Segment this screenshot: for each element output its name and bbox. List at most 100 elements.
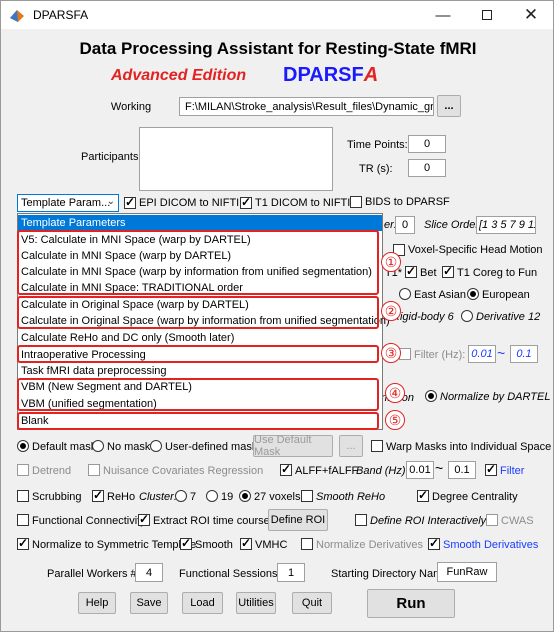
cwas-checkbox[interactable] <box>486 514 498 526</box>
dropdown-item[interactable]: Calculate ReHo and DC only (Smooth later… <box>18 330 382 346</box>
participants-label: Participants <box>81 151 139 163</box>
bet-label: Bet <box>420 267 437 279</box>
european-label: European <box>482 289 530 301</box>
starting-dir-label: Starting Directory Name: <box>331 568 452 580</box>
help-button[interactable]: Help <box>78 592 116 614</box>
normalize-dartel-radio[interactable] <box>425 390 437 402</box>
filter-alff-checkbox[interactable] <box>485 462 497 476</box>
filter-alff-label: Filter <box>500 465 525 477</box>
parallel-workers-label: Parallel Workers #: <box>47 568 140 580</box>
annotation-number-3: ③ <box>381 343 401 363</box>
brand-label: DPARSFA <box>283 64 378 87</box>
slice-order-label: Slice Order: <box>424 219 483 231</box>
no-mask-radio[interactable] <box>92 440 104 452</box>
define-roi-interactive-checkbox[interactable] <box>355 514 367 526</box>
normalize-dartel-label: Normalize by DARTEL <box>440 391 551 403</box>
epi-dicom-checkbox[interactable] <box>124 195 136 209</box>
working-dir-browse-button[interactable]: ... <box>437 95 461 117</box>
run-button[interactable]: Run <box>367 589 455 618</box>
degree-centrality-checkbox[interactable] <box>417 488 429 502</box>
cluster-19-label: 19 <box>221 491 234 503</box>
maximize-icon <box>482 10 492 20</box>
derivative12-radio[interactable] <box>461 310 473 322</box>
alff-checkbox[interactable] <box>280 462 292 476</box>
annotation-number-5: ⑤ <box>385 410 405 430</box>
app-title: Data Processing Assistant for Resting-St… <box>79 39 477 58</box>
cluster-27-radio[interactable] <box>239 490 251 502</box>
detrend-checkbox[interactable] <box>17 464 29 476</box>
cluster-27-label: 27 voxels <box>254 491 301 503</box>
functional-sessions-label: Functional Sessions #: <box>179 568 290 580</box>
save-button[interactable]: Save <box>130 592 168 614</box>
define-roi-button[interactable]: Define ROI <box>268 509 328 531</box>
band-low-input[interactable]: 0.01 <box>406 461 434 479</box>
extract-roi-label: Extract ROI time courses <box>153 515 276 527</box>
matlab-icon <box>10 10 24 22</box>
mask-browse-button[interactable]: ... <box>339 435 363 457</box>
cluster-7-radio[interactable] <box>175 490 187 502</box>
cwas-label: CWAS <box>501 515 534 527</box>
bet-checkbox[interactable] <box>405 264 417 278</box>
vmhc-checkbox[interactable] <box>240 536 252 550</box>
filter-high-input[interactable]: 0.1 <box>510 345 538 363</box>
functional-sessions-input[interactable]: 1 <box>277 563 305 582</box>
maximize-button[interactable] <box>465 1 509 29</box>
slice-order-input[interactable]: [1 3 5 7 9 11 <box>476 216 536 234</box>
user-mask-label: User-defined mask <box>165 441 258 453</box>
working-dir-label: Working Directory: <box>107 101 154 115</box>
extract-roi-checkbox[interactable] <box>138 512 150 526</box>
utilities-button[interactable]: Utilities <box>236 592 276 614</box>
tr-label: TR (s): <box>359 163 393 175</box>
annotation-box-2 <box>17 296 379 329</box>
east-asian-radio[interactable] <box>399 288 411 300</box>
rigid-body-label: Rigid-body 6 <box>392 311 454 323</box>
reho-checkbox[interactable] <box>92 488 104 502</box>
nuisance-checkbox[interactable] <box>88 464 100 476</box>
smooth-checkbox[interactable] <box>180 536 192 550</box>
smooth-reho-checkbox[interactable] <box>301 490 313 502</box>
t1-dicom-label: T1 DICOM to NIFTI <box>255 197 351 209</box>
default-mask-radio[interactable] <box>17 440 29 452</box>
participants-list[interactable] <box>139 127 333 191</box>
load-button[interactable]: Load <box>182 592 223 614</box>
starting-dir-input[interactable]: FunRaw <box>437 562 497 582</box>
user-mask-radio[interactable] <box>150 440 162 452</box>
normalize-derivatives-checkbox[interactable] <box>301 538 313 550</box>
parallel-workers-input[interactable]: 4 <box>135 563 163 582</box>
time-points-input[interactable]: 0 <box>408 135 446 153</box>
use-default-mask-button[interactable]: Use Default Mask <box>253 434 333 458</box>
filter-low-input[interactable]: 0.01 <box>468 345 496 363</box>
no-mask-label: No mask <box>107 441 151 453</box>
tr-input[interactable]: 0 <box>408 159 446 177</box>
working-dir-input[interactable]: F:\MILAN\Stroke_analysis\Result_files\Dy… <box>179 97 434 116</box>
t1-dicom-checkbox[interactable] <box>240 195 252 209</box>
cluster-7-label: 7 <box>190 491 197 503</box>
title-bar: DPARSFA — ✕ <box>1 1 553 29</box>
scrubbing-checkbox[interactable] <box>17 490 29 502</box>
quit-button[interactable]: Quit <box>292 592 332 614</box>
dropdown-item[interactable]: Task fMRI data preprocessing <box>18 363 382 379</box>
warp-masks-checkbox[interactable] <box>371 440 383 452</box>
dropdown-item[interactable]: Template Parameters <box>18 215 382 231</box>
scrubbing-label: Scrubbing <box>32 491 82 503</box>
slices-input[interactable]: 0 <box>395 216 415 234</box>
vmhc-label: VMHC <box>255 539 288 551</box>
european-radio[interactable] <box>467 288 479 300</box>
fc-checkbox[interactable] <box>17 514 29 526</box>
close-button[interactable]: ✕ <box>509 1 553 29</box>
degree-centrality-label: Degree Centrality <box>432 491 518 503</box>
filter-label: Filter (Hz): <box>414 349 466 361</box>
t1-coreg-checkbox[interactable] <box>442 264 454 278</box>
normalize-symmetric-checkbox[interactable] <box>17 536 29 550</box>
band-label: Band (Hz): <box>356 465 409 477</box>
smooth-derivatives-checkbox[interactable] <box>428 536 440 550</box>
template-select[interactable]: Template Param... ⌄ <box>17 194 119 212</box>
filter-tilde: ~ <box>497 345 506 361</box>
bids-checkbox[interactable] <box>350 196 362 208</box>
annotation-number-2: ② <box>381 301 401 321</box>
brand-suffix: A <box>363 64 379 86</box>
edition-label: Advanced Edition <box>111 67 247 84</box>
band-high-input[interactable]: 0.1 <box>448 461 476 479</box>
cluster-19-radio[interactable] <box>206 490 218 502</box>
minimize-button[interactable]: — <box>421 1 465 29</box>
